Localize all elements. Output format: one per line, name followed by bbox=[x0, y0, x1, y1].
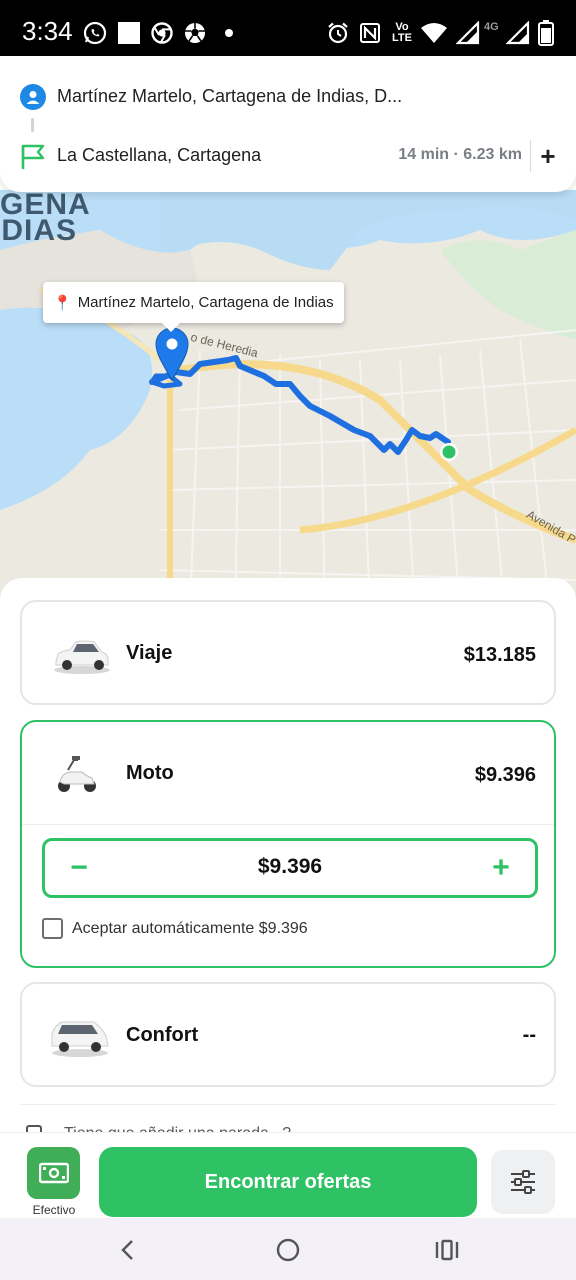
scooter-icon bbox=[52, 752, 116, 796]
chrome-icon bbox=[150, 16, 174, 50]
route-connector bbox=[31, 118, 34, 132]
origin-field[interactable]: Martínez Martelo, Cartagena de Indias, D… bbox=[57, 86, 402, 107]
route-map[interactable]: GENA IDIAS o de Heredia Avenida P bbox=[0, 190, 576, 610]
recents-button[interactable] bbox=[429, 1232, 465, 1268]
system-nav-bar bbox=[0, 1218, 576, 1280]
divider bbox=[530, 140, 531, 172]
wifi-icon bbox=[420, 16, 448, 50]
sliders-icon bbox=[511, 1170, 535, 1194]
status-time: 3:34 bbox=[22, 16, 73, 46]
destination-field[interactable]: La Castellana, Cartagena bbox=[57, 145, 261, 166]
pickup-tooltip[interactable]: 📍 Martínez Martelo, Cartagena de Indias bbox=[43, 282, 344, 323]
option-price: -- bbox=[522, 1024, 536, 1046]
option-card-moto[interactable]: Moto $9.396 − $9.396 + Aceptar automátic… bbox=[20, 720, 556, 968]
nfc-icon bbox=[358, 16, 382, 50]
auto-accept-checkbox[interactable] bbox=[42, 918, 63, 939]
chevron-left-icon bbox=[121, 1240, 133, 1260]
dot-icon bbox=[222, 16, 236, 50]
find-offers-button[interactable]: Encontrar ofertas bbox=[99, 1147, 477, 1217]
recents-icon bbox=[435, 1239, 459, 1261]
minivan-icon bbox=[48, 1014, 112, 1058]
map-city-label-2: IDIAS bbox=[0, 214, 78, 247]
cash-icon bbox=[38, 1162, 69, 1184]
pickup-tooltip-text: Martínez Martelo, Cartagena de Indias bbox=[77, 294, 334, 311]
option-price: $13.185 bbox=[463, 644, 536, 666]
origin-person-icon bbox=[20, 84, 46, 110]
payment-method-button[interactable] bbox=[27, 1147, 80, 1199]
add-stop-hint-row[interactable]: Tiene que añadir una parada...? bbox=[20, 1104, 556, 1134]
filters-button[interactable] bbox=[491, 1150, 555, 1214]
square-icon bbox=[117, 16, 141, 50]
price-value: $9.396 bbox=[257, 855, 323, 878]
home-button[interactable] bbox=[270, 1232, 306, 1268]
action-bar: Efectivo Encontrar ofertas bbox=[0, 1132, 576, 1218]
whatsapp-icon bbox=[82, 16, 108, 50]
home-circle-icon bbox=[276, 1238, 300, 1262]
signal-icon bbox=[456, 16, 480, 50]
tooltip-arrow bbox=[161, 322, 181, 332]
decrease-price-button[interactable]: − bbox=[59, 845, 99, 891]
signal-4g-icon bbox=[506, 16, 530, 50]
volte-icon: Vo LTE bbox=[392, 21, 412, 44]
car-icon bbox=[50, 632, 114, 676]
increase-price-button[interactable]: + bbox=[481, 845, 521, 891]
option-name: Confort bbox=[126, 1024, 199, 1046]
option-card-viaje[interactable]: Viaje $13.185 bbox=[20, 600, 556, 705]
soccer-ball-icon bbox=[183, 16, 207, 50]
eta-distance: 14 min · 6.23 km bbox=[398, 146, 522, 163]
battery-icon bbox=[536, 16, 556, 50]
network-type-badge: 4G bbox=[484, 21, 499, 33]
back-button[interactable] bbox=[110, 1232, 146, 1268]
option-card-confort[interactable]: Confort -- bbox=[20, 982, 556, 1087]
price-stepper[interactable]: − $9.396 + bbox=[42, 838, 538, 898]
alarm-icon bbox=[325, 16, 351, 50]
flag-icon bbox=[20, 142, 46, 175]
option-name: Viaje bbox=[126, 642, 173, 664]
route-card bbox=[0, 56, 576, 192]
option-price: $9.396 bbox=[474, 764, 536, 786]
divider bbox=[22, 824, 554, 825]
payment-method-label: Efectivo bbox=[32, 1203, 76, 1217]
map-pin-icon: 📍 bbox=[53, 294, 72, 312]
add-stop-button[interactable]: + bbox=[534, 141, 562, 171]
option-name: Moto bbox=[126, 762, 174, 784]
auto-accept-label[interactable]: Aceptar automáticamente $9.396 bbox=[72, 920, 308, 938]
